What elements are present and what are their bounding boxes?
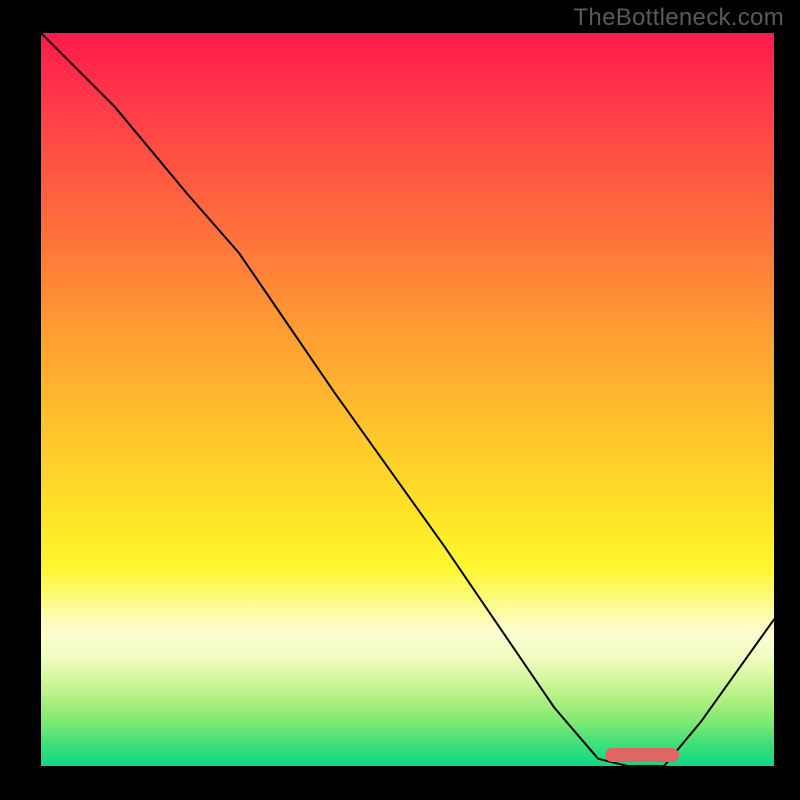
watermark-text: TheBottleneck.com <box>573 4 784 32</box>
plot-area <box>41 33 774 766</box>
chart-svg <box>41 33 774 766</box>
curve-line <box>41 33 774 766</box>
chart-frame: TheBottleneck.com <box>0 0 800 800</box>
optimal-range-marker <box>605 748 678 762</box>
